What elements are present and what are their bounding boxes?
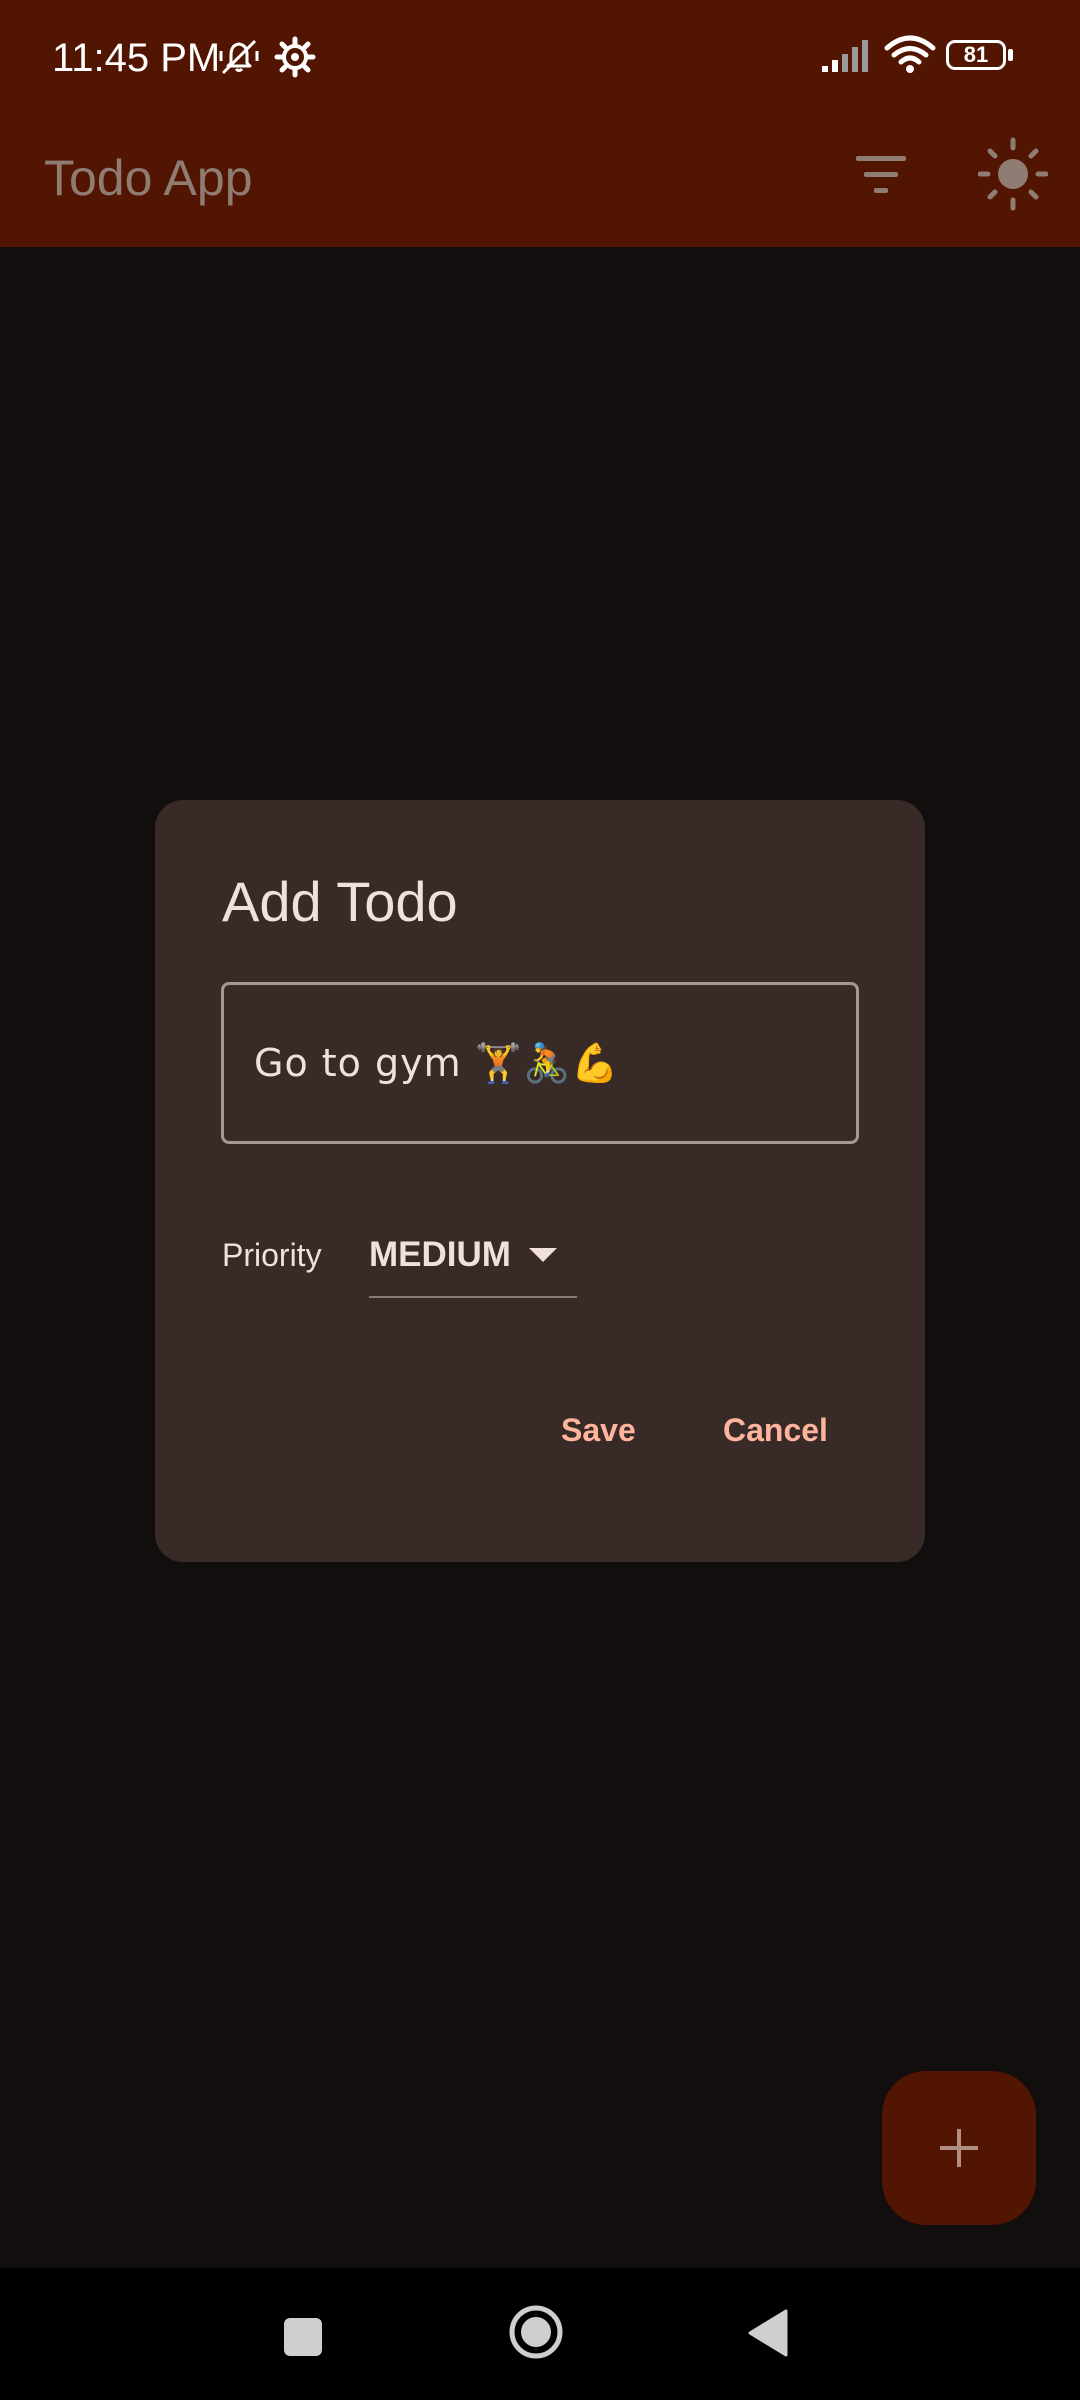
filter-button[interactable]: [846, 140, 916, 210]
screen: 11:45 PM 81 Todo App Add Todo Go to gym …: [0, 0, 1080, 2400]
todo-input[interactable]: [224, 985, 856, 1141]
save-button[interactable]: Save: [553, 1400, 644, 1460]
add-todo-fab[interactable]: [882, 2071, 1036, 2225]
todo-text-field[interactable]: [221, 982, 859, 1144]
theme-toggle-button[interactable]: [977, 134, 1049, 214]
signal-icon: [820, 38, 874, 79]
recents-button[interactable]: [284, 2318, 322, 2356]
status-bar: 11:45 PM 81: [0, 0, 1080, 110]
battery-icon: 81: [946, 40, 1016, 74]
home-button[interactable]: [508, 2304, 564, 2360]
status-time: 11:45 PM: [52, 36, 221, 80]
theme-toggle-icon: [977, 137, 1049, 211]
priority-selected-value: MEDIUM: [369, 1235, 511, 1274]
mute-icon: [215, 33, 263, 86]
back-button[interactable]: [746, 2308, 790, 2358]
app-title: Todo App: [44, 150, 253, 206]
add-todo-dialog: Add Todo Priority MEDIUM Save Cancel: [155, 800, 925, 1562]
dialog-title: Add Todo: [222, 870, 458, 933]
home-icon: [509, 2305, 563, 2359]
settings-icon: [274, 36, 316, 83]
battery-level: 81: [963, 42, 989, 67]
dropdown-arrow-icon: [529, 1248, 557, 1262]
filter-icon: [856, 156, 906, 193]
priority-dropdown[interactable]: MEDIUM: [369, 1220, 577, 1298]
back-icon: [748, 2309, 788, 2357]
wifi-icon: [884, 34, 936, 81]
navigation-bar: [0, 2268, 1080, 2400]
priority-label: Priority: [222, 1237, 322, 1273]
cancel-button[interactable]: Cancel: [715, 1400, 836, 1460]
app-bar: Todo App: [0, 110, 1080, 247]
